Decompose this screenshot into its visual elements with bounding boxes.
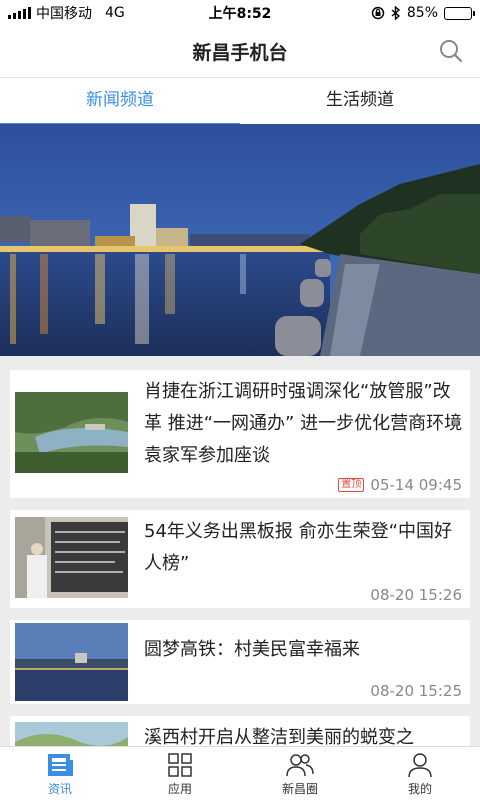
grid-icon — [168, 753, 192, 777]
nav-news[interactable]: 资讯 — [0, 747, 120, 800]
nav-apps[interactable]: 应用 — [120, 747, 240, 800]
news-meta: 08-20 15:26 — [370, 586, 462, 604]
battery-percent: 85% — [406, 5, 438, 21]
news-item[interactable]: 圆梦高铁：村美民富幸福来 08-20 15:25 — [10, 620, 470, 704]
news-headline: 圆梦高铁：村美民富幸福来 — [144, 639, 360, 660]
news-icon — [48, 754, 73, 776]
news-headline: 肖捷在浙江调研时强调深化“放管服”改革 推进“一网通办” 进一步优化营商环境 袁… — [144, 381, 463, 466]
tab-news-channel[interactable]: 新闻频道 — [0, 78, 240, 126]
app-header: 新昌手机台 — [0, 26, 480, 78]
news-time: 08-20 15:25 — [370, 682, 462, 700]
user-icon — [408, 753, 432, 778]
news-item[interactable]: 肖捷在浙江调研时强调深化“放管服”改革 推进“一网通办” 进一步优化营商环境 袁… — [10, 370, 470, 498]
news-item[interactable]: 54年义务出黑板报 俞亦生荣登“中国好人榜” 08-20 15:26 — [10, 510, 470, 608]
bottom-nav: 资讯 应用 新昌圈 我的 — [0, 746, 480, 800]
nav-label: 资讯 — [47, 782, 72, 796]
news-thumbnail — [15, 392, 128, 473]
nav-me[interactable]: 我的 — [360, 747, 480, 800]
news-time: 05-14 09:45 — [370, 476, 462, 494]
nav-label: 应用 — [167, 782, 192, 796]
status-bar: 中国移动 4G 上午8:52 85% — [0, 0, 480, 26]
nav-label: 我的 — [407, 782, 432, 796]
city-night-photo — [0, 124, 480, 356]
channel-tabs: 新闻频道 生活频道 — [0, 78, 480, 126]
nav-label: 新昌圈 — [281, 782, 318, 796]
battery-icon — [444, 6, 475, 20]
news-meta: 08-20 15:25 — [370, 682, 462, 700]
news-meta: 置顶 05-14 09:45 — [338, 476, 462, 494]
nav-circle[interactable]: 新昌圈 — [240, 747, 360, 800]
news-thumbnail — [15, 623, 128, 701]
banner-image[interactable] — [0, 124, 480, 356]
people-icon — [286, 754, 314, 777]
pinned-badge: 置顶 — [338, 478, 365, 492]
news-thumbnail — [15, 517, 128, 598]
status-right: 85% — [371, 5, 475, 21]
search-icon[interactable] — [438, 38, 464, 64]
news-time: 08-20 15:26 — [370, 586, 462, 604]
bluetooth-icon — [391, 6, 400, 20]
news-headline: 54年义务出黑板报 俞亦生荣登“中国好人榜” — [144, 521, 452, 574]
orientation-lock-icon — [371, 6, 385, 20]
tab-life-channel[interactable]: 生活频道 — [240, 78, 480, 124]
app-title: 新昌手机台 — [192, 42, 288, 64]
news-list: 肖捷在浙江调研时强调深化“放管服”改革 推进“一网通办” 进一步优化营商环境 袁… — [10, 370, 470, 788]
